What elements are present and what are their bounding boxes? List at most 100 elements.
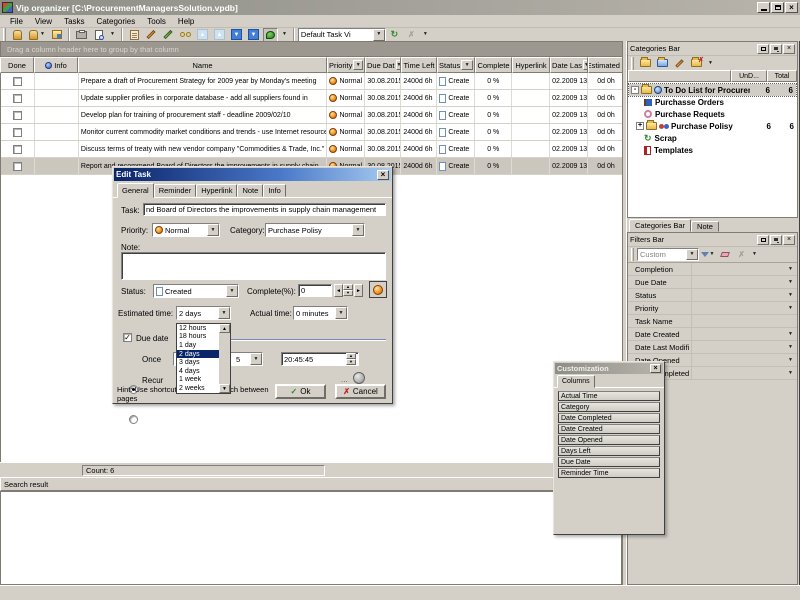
tree-item-templates[interactable]: Templates <box>628 144 797 156</box>
filters-toolbar-grip[interactable] <box>631 248 634 261</box>
filter-row-status[interactable]: Status▼ <box>628 289 797 302</box>
close-panel-button[interactable]: × <box>783 44 795 54</box>
status-filter-button[interactable]: ▼ <box>461 60 473 70</box>
total-column-header[interactable]: Total <box>767 70 797 82</box>
move-up-disabled-button[interactable]: ▲ <box>195 28 210 42</box>
menu-file[interactable]: File <box>4 17 29 26</box>
header-priority[interactable]: Priority▼ <box>327 57 365 73</box>
dialog-close-button[interactable]: × <box>377 170 389 180</box>
close-panel-button[interactable]: × <box>783 235 795 245</box>
category-combo[interactable]: Purchase Polisy ▼ <box>265 223 365 237</box>
tree-item-purchase-requets[interactable]: Purchase Requets <box>628 108 797 120</box>
print-button[interactable] <box>74 28 89 42</box>
filter-dropdown-icon[interactable]: ▼ <box>788 370 793 376</box>
task-row[interactable]: Develop plan for training of procurement… <box>1 107 625 124</box>
filter-preset-combo[interactable]: Custom ▼ <box>637 248 699 261</box>
tab-columns[interactable]: Columns <box>557 375 595 388</box>
complete-min-button[interactable]: ◄ <box>334 284 343 297</box>
done-checkbox[interactable] <box>13 145 22 154</box>
done-checkbox[interactable] <box>13 111 22 120</box>
header-complete[interactable]: Complete <box>475 57 512 73</box>
search-result-panel[interactable] <box>0 491 622 585</box>
filter-dropdown-icon[interactable]: ▼ <box>788 357 793 363</box>
filter-dropdown-icon[interactable]: ▼ <box>788 292 793 298</box>
recur-radio[interactable] <box>129 415 138 424</box>
task-input[interactable]: nd Board of Directors the improvements i… <box>143 203 386 216</box>
new-category-button[interactable] <box>638 57 653 70</box>
task-view-combo-arrow[interactable]: ▼ <box>373 29 385 41</box>
note-textarea[interactable] <box>121 252 386 280</box>
edit-task-button[interactable] <box>144 28 159 42</box>
tab-note[interactable]: Note <box>691 221 719 232</box>
filter-row-priority[interactable]: Priority▼ <box>628 302 797 315</box>
category-combo-arrow[interactable]: ▼ <box>352 224 364 236</box>
filter-row-date-created[interactable]: Date Created▼ <box>628 328 797 341</box>
filter-dropdown-icon[interactable]: ▼ <box>788 279 793 285</box>
dropdown-option[interactable]: 4 days <box>177 367 219 376</box>
filter-dropdown-icon[interactable]: ▼ <box>788 266 793 272</box>
menu-help[interactable]: Help <box>172 17 200 26</box>
ok-button[interactable]: ✓ Ok <box>275 384 326 399</box>
column-item-date-completed[interactable]: Date Completed <box>558 413 660 423</box>
apply-view-button[interactable]: ↻ <box>387 28 402 42</box>
clear-filter-button[interactable] <box>717 248 732 261</box>
task-view-combo[interactable]: Default Task Vi ▼ <box>298 28 386 42</box>
categories-toolbar-grip[interactable] <box>631 57 634 70</box>
delete-view-button[interactable]: ✗ <box>404 28 419 42</box>
tab-note[interactable]: Note <box>237 184 263 197</box>
column-item-due-date[interactable]: Due Date <box>558 457 660 467</box>
once-date-combo-arrow[interactable]: ▼ <box>250 353 262 365</box>
done-checkbox[interactable] <box>13 77 22 86</box>
apply-filter-button[interactable]: ▼ <box>700 248 715 261</box>
header-due-date[interactable]: Due Dat▼ <box>365 57 401 73</box>
column-item-actual-time[interactable]: Actual Time <box>558 391 660 401</box>
categories-toolbar-overflow-icon[interactable]: ▼ <box>708 61 713 66</box>
header-hyperlink[interactable]: Hyperlink <box>512 57 550 73</box>
tree-item-todo-list[interactable]: - To Do List for Procurem 6 6 <box>629 84 796 96</box>
print-preview-button[interactable] <box>91 28 106 42</box>
filter-preset-combo-arrow[interactable]: ▼ <box>686 249 698 260</box>
minimize-button[interactable] <box>757 2 770 13</box>
view-task-button[interactable] <box>178 28 193 42</box>
tab-hyperlink[interactable]: Hyperlink <box>196 184 237 197</box>
filter-dropdown-icon[interactable]: ▼ <box>788 331 793 337</box>
menu-tools[interactable]: Tools <box>141 17 172 26</box>
column-item-date-opened[interactable]: Date Opened <box>558 435 660 445</box>
filter-row-date-last-modified[interactable]: Date Last Modifi▼ <box>628 341 797 354</box>
pin-panel-button[interactable] <box>770 235 782 245</box>
done-checkbox[interactable] <box>13 128 22 137</box>
undone-column-header[interactable]: UnD... <box>731 70 767 82</box>
menu-categories[interactable]: Categories <box>91 17 142 26</box>
filter-dropdown-icon[interactable]: ▼ <box>788 344 793 350</box>
menu-tasks[interactable]: Tasks <box>58 17 90 26</box>
scroll-up-button[interactable]: ▲ <box>219 324 230 333</box>
filter-dropdown-icon[interactable]: ▼ <box>788 305 793 311</box>
complete-down-button[interactable]: ▼ <box>343 290 353 296</box>
cancel-button[interactable]: ✗ Cancel <box>335 384 386 399</box>
due-date-checkbox[interactable]: ✓ <box>123 333 132 342</box>
done-checkbox[interactable] <box>13 94 22 103</box>
task-row[interactable]: Monitor current commodity market conditi… <box>1 124 625 141</box>
column-item-reminder-time[interactable]: Reminder Time <box>558 468 660 478</box>
dropdown-scrollbar[interactable]: ▲ ▼ <box>219 324 230 393</box>
dropdown-option[interactable]: 18 hours <box>177 333 219 342</box>
reminder-quick-button[interactable] <box>369 281 387 298</box>
move-down-button[interactable]: ▼ <box>229 28 244 42</box>
header-info[interactable]: Info <box>34 57 78 73</box>
priority-combo[interactable]: Normal ▼ <box>152 223 220 237</box>
collapse-icon[interactable]: - <box>631 86 639 94</box>
header-time-left[interactable]: Time Left <box>401 57 437 73</box>
filters-toolbar-overflow-icon[interactable]: ▼ <box>752 252 757 257</box>
new-item-dropdown-button[interactable]: ▼ <box>27 28 47 42</box>
dropdown-option[interactable]: 2 weeks <box>177 384 219 393</box>
header-done[interactable]: Done <box>0 57 34 73</box>
move-top-disabled-button[interactable]: ▲ <box>212 28 227 42</box>
time-down-button[interactable]: ▼ <box>346 359 356 365</box>
tree-item-scrap[interactable]: ↻ Scrap <box>628 132 797 144</box>
recur-slider-handle[interactable] <box>353 372 365 384</box>
flag-dropdown-icon[interactable]: ▼ <box>282 32 287 37</box>
dropdown-option-selected[interactable]: 2 days <box>177 350 219 359</box>
tree-item-purchase-polisy[interactable]: + Purchase Polisy 6 6 <box>628 120 797 132</box>
actual-time-combo-arrow[interactable]: ▼ <box>335 307 347 319</box>
tab-reminder[interactable]: Reminder <box>154 184 197 197</box>
